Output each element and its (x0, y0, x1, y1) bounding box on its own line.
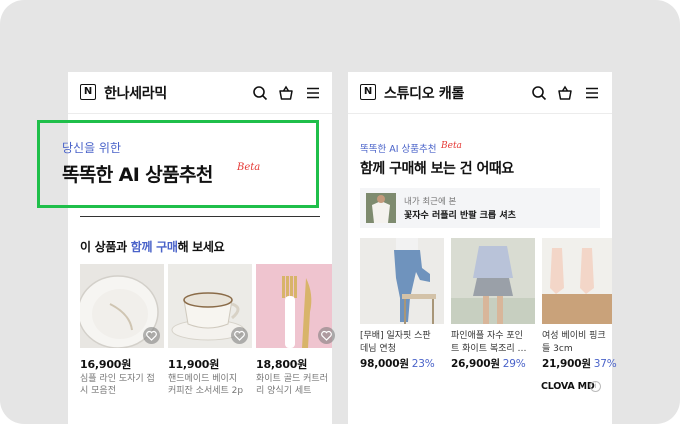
product-image-dress[interactable] (451, 238, 535, 324)
clova-md-logo: CLOVA MD (541, 381, 595, 392)
banner-highlight-box (37, 120, 319, 208)
heart-icon[interactable] (231, 327, 248, 344)
product-name-line1[interactable]: 파인애플 자수 포인 (451, 330, 537, 343)
recommend-title: 함께 구매해 보는 건 어때요 (360, 161, 514, 177)
section-title-accent: 함께 구매 (130, 240, 178, 254)
search-icon[interactable] (531, 85, 547, 101)
product-price: 98,000원 23% (360, 356, 435, 371)
product-name-line1[interactable]: [무배] 일자핏 스판 (360, 330, 446, 343)
product-card[interactable] (542, 238, 612, 324)
heart-icon[interactable] (143, 327, 160, 344)
product-name-line2[interactable]: 들 3cm (542, 343, 612, 356)
price-value: 21,900원 (542, 358, 591, 370)
store-name[interactable]: 스튜디오 캐롤 (384, 83, 464, 103)
recent-product-image (366, 193, 396, 223)
store-header: N 한나세라믹 (68, 72, 332, 114)
product-name-line1[interactable]: 핸드메이드 베이지 (168, 373, 254, 385)
menu-icon[interactable] (584, 85, 600, 101)
bag-icon[interactable] (557, 85, 573, 101)
product-card[interactable] (80, 264, 164, 348)
product-price: 11,900원 (168, 358, 220, 371)
product-card[interactable] (360, 238, 444, 324)
product-name-line1[interactable]: 심플 라인 도자기 접 (80, 373, 166, 385)
product-price: 26,900원 29% (451, 356, 526, 371)
recommend-subtitle: 똑똑한 AI 상품추천 (360, 144, 437, 155)
recent-product-name[interactable]: 꽃자수 러플리 반팔 크롭 셔츠 (404, 208, 516, 221)
bag-icon[interactable] (278, 85, 294, 101)
info-icon[interactable]: i (590, 381, 601, 392)
menu-icon[interactable] (305, 85, 321, 101)
product-name-line2[interactable]: 커피잔 소서세트 2p (168, 385, 254, 397)
heart-icon[interactable] (318, 327, 335, 344)
store-header: N 스튜디오 캐롤 (348, 72, 612, 114)
product-image-sandals[interactable] (542, 238, 612, 324)
discount-rate: 23% (411, 358, 435, 370)
product-price: 21,900원 37% (542, 356, 617, 371)
discount-rate: 29% (502, 358, 526, 370)
price-value: 98,000원 (360, 358, 409, 370)
canvas-background: N 한나세라믹 당신을 위한 똑똑한 AI 상품추천 Beta 이 상품과 함께… (0, 0, 680, 424)
recent-label: 내가 최근에 본 (404, 197, 457, 207)
store-name[interactable]: 한나세라믹 (104, 83, 167, 103)
search-icon[interactable] (252, 85, 268, 101)
product-price: 16,900원 (80, 358, 132, 371)
naver-logo[interactable]: N (80, 84, 96, 100)
price-value: 26,900원 (451, 358, 500, 370)
product-image-jeans[interactable] (360, 238, 444, 324)
product-name-line1[interactable]: 화이트 골드 커트러 (256, 373, 332, 385)
product-card[interactable] (451, 238, 535, 324)
section-divider (80, 216, 320, 218)
product-name-line2[interactable]: 트 화이트 복조리 … (451, 343, 537, 356)
product-name-line1[interactable]: 여성 베이비 핑크 (542, 330, 612, 343)
product-price: 18,800원 (256, 358, 308, 371)
section-title-post: 해 보세요 (177, 240, 225, 254)
naver-logo[interactable]: N (360, 84, 376, 100)
product-name-line2[interactable]: 시 모음전 (80, 385, 166, 397)
section-title-pre: 이 상품과 (80, 240, 131, 254)
product-card[interactable] (256, 264, 335, 348)
recently-viewed-card[interactable]: 내가 최근에 본 꽃자수 러플리 반팔 크롭 셔츠 (360, 188, 600, 228)
section-title: 이 상품과 함께 구매해 보세요 (80, 238, 225, 255)
discount-rate: 37% (593, 358, 617, 370)
product-name-line2[interactable]: 리 양식기 세트 (256, 385, 332, 397)
beta-badge: Beta (441, 141, 462, 151)
product-name-line2[interactable]: 데님 연청 (360, 343, 446, 356)
product-card[interactable] (168, 264, 252, 348)
